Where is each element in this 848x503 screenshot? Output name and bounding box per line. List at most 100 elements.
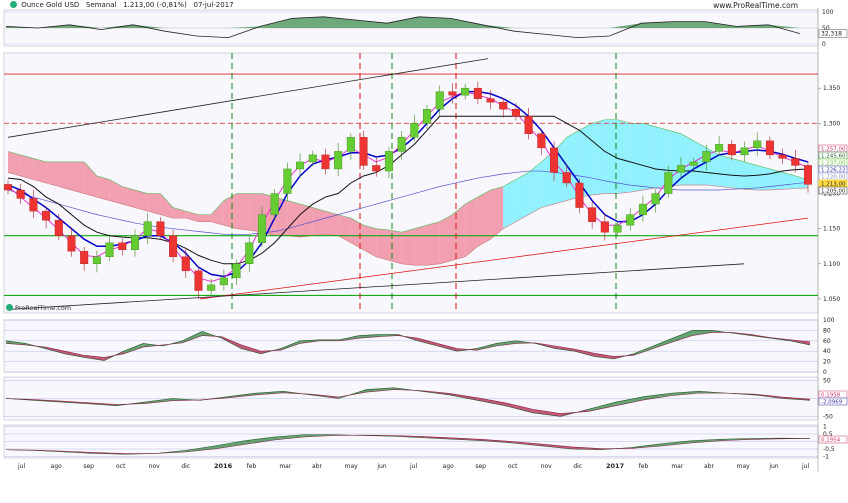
x-axis-tick: feb — [247, 463, 257, 470]
x-axis-tick: may — [345, 463, 359, 470]
osc1-y-tick: 20 — [823, 359, 831, 366]
candle-body — [219, 277, 228, 286]
candle-body — [130, 235, 139, 250]
candle-body — [410, 123, 419, 138]
candle-body — [511, 109, 520, 117]
candle-body — [359, 137, 368, 166]
candle-body — [346, 137, 355, 152]
ichimoku-cloud-segment — [427, 221, 440, 266]
candle-body — [42, 210, 51, 221]
candle-body — [486, 98, 495, 103]
price-label: 1.220,00 — [821, 175, 846, 181]
ichimoku-cloud-segment — [592, 119, 605, 195]
ichimoku-cloud-segment — [198, 214, 212, 222]
candle-body — [181, 256, 190, 272]
osc0-y-tick: 100 — [822, 9, 834, 16]
title-bar: Ounce Gold USD Semanal 1.213,00 (-0,81%)… — [10, 1, 234, 9]
candle-body — [143, 221, 152, 236]
x-axis-tick: 2017 — [606, 462, 624, 470]
x-axis-tick: sep — [475, 463, 486, 470]
osc2-y-tick: -50 — [823, 413, 833, 420]
x-axis-tick: sep — [83, 463, 94, 470]
candle-body — [169, 235, 178, 257]
chart-stage[interactable]: 10050032,3181.3501.3001.2501.2001.1501.1… — [0, 0, 848, 499]
candle-body — [473, 87, 482, 99]
candle-body — [54, 220, 63, 236]
price-y-tick: 1.300 — [823, 120, 840, 127]
candle-body — [207, 284, 216, 291]
candle-body — [67, 235, 76, 252]
candle-body — [257, 214, 266, 243]
ichimoku-cloud-segment — [515, 172, 529, 222]
candle-body — [448, 91, 457, 96]
price-y-tick: 1.350 — [823, 85, 840, 92]
osc2-value-label: 0,1958 — [821, 393, 841, 399]
osc1-y-tick: 60 — [823, 338, 831, 345]
ichimoku-cloud-segment — [731, 158, 745, 190]
candle-body — [321, 154, 330, 170]
x-axis-tick: jul — [801, 463, 809, 470]
ichimoku-cloud-segment — [617, 119, 631, 194]
x-axis-tick: oct — [508, 463, 518, 470]
osc1-y-tick: 100 — [823, 317, 835, 324]
x-axis-tick: abr — [704, 463, 714, 470]
ichimoku-cloud-segment — [46, 161, 59, 187]
ichimoku-cloud-segment — [757, 165, 770, 191]
ichimoku-cloud-segment — [630, 123, 643, 193]
osc3-value-label: 0,1954 — [821, 438, 841, 444]
candle-body — [270, 193, 279, 215]
price-y-tick: 1.100 — [823, 261, 840, 268]
candle-body — [308, 154, 317, 163]
candle-body — [499, 101, 508, 110]
x-axis-tick: oct — [116, 463, 126, 470]
candle-body — [727, 144, 736, 156]
x-axis-tick: feb — [639, 463, 649, 470]
price-label: 1.245,60 — [821, 154, 846, 160]
instrument-name: Ounce Gold USD — [21, 1, 80, 9]
price-label: 1.237,00 — [821, 161, 846, 167]
price-y-tick: 1.050 — [823, 296, 840, 303]
osc3-y-tick: 1 — [823, 424, 827, 431]
candle-body — [105, 242, 114, 257]
candle-body — [372, 165, 381, 172]
ichimoku-cloud-segment — [8, 151, 21, 176]
candle-body — [397, 137, 406, 152]
x-axis-tick: jul — [409, 463, 417, 470]
osc1-y-tick: 40 — [823, 348, 831, 355]
x-axis-tick: dic — [181, 463, 190, 470]
x-axis-tick: jul — [17, 463, 25, 470]
candle-body — [537, 133, 546, 149]
ichimoku-cloud-segment — [58, 161, 72, 191]
candle-body — [194, 270, 203, 291]
gold-logo-icon — [10, 1, 17, 8]
x-axis-tick: nov — [149, 463, 160, 470]
ichimoku-cloud-segment — [287, 200, 301, 238]
candle-body — [626, 214, 635, 226]
price-label: 1.205,00 — [821, 189, 846, 195]
candle-body — [613, 224, 622, 233]
brand-link-top[interactable]: www.ProRealTime.com — [713, 1, 798, 10]
ichimoku-cloud-segment — [477, 190, 491, 247]
ichimoku-cloud-segment — [401, 228, 415, 266]
candle-body — [651, 193, 660, 205]
chart-canvas[interactable]: 10050032,3181.3501.3001.2501.2001.1501.1… — [0, 0, 848, 499]
candle-body — [232, 263, 241, 279]
ichimoku-cloud-segment — [96, 175, 110, 201]
osc1-y-tick: 0 — [823, 369, 827, 376]
ichimoku-cloud-segment — [719, 154, 732, 188]
ichimoku-cloud-segment — [642, 123, 656, 191]
candle-body — [384, 151, 393, 172]
candle-body — [562, 172, 571, 184]
x-axis-tick: ago — [51, 463, 62, 470]
osc2-value-label: -2,0969 — [821, 400, 843, 406]
x-axis-tick: nov — [541, 463, 552, 470]
x-axis-tick: 2016 — [214, 462, 233, 470]
candle-body — [753, 140, 762, 149]
ichimoku-cloud-segment — [71, 161, 85, 194]
candle-body — [715, 144, 724, 152]
price-label: 1.257,00 — [821, 147, 846, 153]
osc3-y-tick: -1 — [823, 454, 829, 461]
candle-body — [334, 151, 343, 170]
candle-body — [702, 151, 711, 163]
quote-date: 07-jul-2017 — [193, 1, 234, 9]
